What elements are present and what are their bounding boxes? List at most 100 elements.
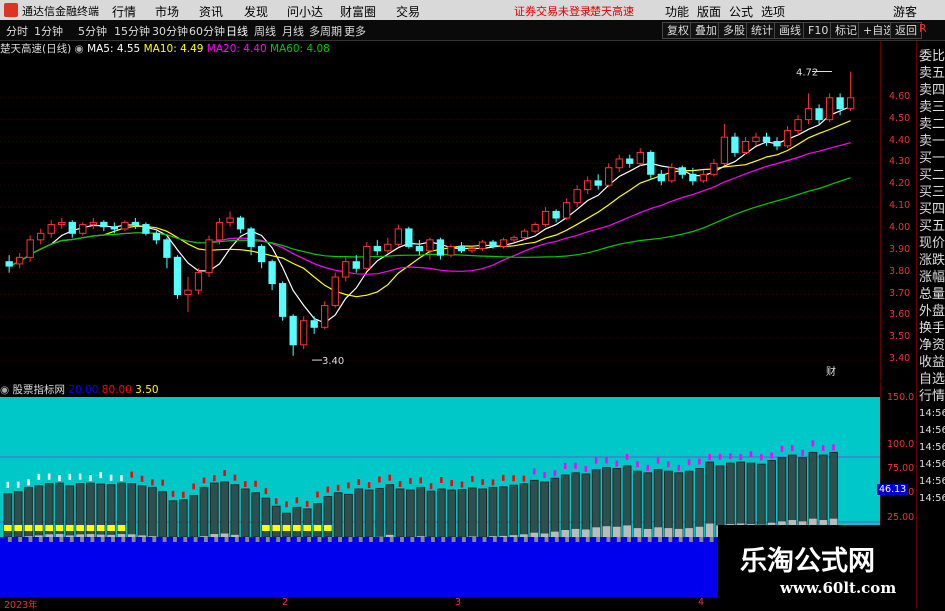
indicator-base-mark bbox=[152, 537, 156, 542]
indicator-gray-bar bbox=[551, 532, 559, 537]
indicator-gray-bar bbox=[489, 536, 497, 537]
indicator-gray-bar bbox=[66, 535, 74, 537]
indicator-settings-icon[interactable]: ◉ bbox=[0, 384, 9, 396]
indicator-signal-mark bbox=[791, 445, 794, 451]
side-panel-label[interactable]: 现价 bbox=[919, 236, 945, 252]
candle-body bbox=[563, 203, 569, 218]
candle-body bbox=[195, 273, 201, 290]
indicator-yellow-mark bbox=[56, 525, 64, 531]
indicator-yellow-mark bbox=[97, 525, 105, 531]
menu-wenxiaoda[interactable]: 问小达 bbox=[287, 3, 323, 20]
indicator-base-mark bbox=[369, 537, 373, 542]
candle-body bbox=[690, 174, 696, 181]
f10-button[interactable]: F10 bbox=[803, 22, 833, 39]
indicator-signal-mark bbox=[296, 497, 299, 503]
guest-label[interactable]: 游客 bbox=[893, 3, 917, 20]
indicator-signal-mark bbox=[543, 472, 546, 478]
side-panel-label[interactable]: 卖一 bbox=[919, 134, 945, 150]
back-button[interactable]: 返回 bbox=[890, 22, 922, 39]
indicator-signal-mark bbox=[110, 475, 113, 481]
indicator-yellow-mark bbox=[25, 525, 33, 531]
side-panel-label[interactable]: 净资 bbox=[919, 338, 945, 354]
side-panel-label[interactable]: 买一 bbox=[919, 151, 945, 167]
side-panel-label[interactable]: 买五 bbox=[919, 219, 945, 235]
side-panel-label[interactable]: 卖五 bbox=[919, 66, 945, 82]
side-panel-label[interactable]: 总量 bbox=[919, 287, 945, 303]
side-panel-label[interactable]: 涨跌 bbox=[919, 253, 945, 269]
menu-zixun[interactable]: 资讯 bbox=[199, 3, 223, 20]
menu-xuanxiang[interactable]: 选项 bbox=[761, 3, 785, 20]
side-panel-label[interactable]: 买二 bbox=[919, 168, 945, 184]
candle-body bbox=[101, 222, 107, 226]
tab-monthly[interactable]: 月线 bbox=[282, 23, 304, 39]
indicator-yellow-mark bbox=[118, 525, 126, 531]
tab-more[interactable]: 更多 bbox=[344, 23, 366, 39]
menu-gongneng[interactable]: 功能 bbox=[665, 3, 689, 20]
candlestick-chart[interactable]: 4.723.40财 bbox=[0, 55, 880, 381]
menu-hangqing[interactable]: 行情 bbox=[112, 3, 136, 20]
side-panel-label[interactable]: 涨幅 bbox=[919, 270, 945, 286]
indicator-base-mark bbox=[524, 537, 528, 542]
candle-body bbox=[427, 240, 433, 251]
side-panel-label[interactable]: 外盘 bbox=[919, 304, 945, 320]
side-panel-label[interactable]: 卖三 bbox=[919, 100, 945, 116]
login-warning[interactable]: 证券交易未登录 bbox=[514, 3, 591, 19]
side-panel-label[interactable]: 买三 bbox=[919, 185, 945, 201]
tab-daily[interactable]: 日线 bbox=[226, 23, 248, 39]
indicator-bar bbox=[190, 495, 198, 537]
side-panel-label[interactable]: 14:56 bbox=[919, 491, 945, 507]
side-panel-label[interactable]: 14:56 bbox=[919, 423, 945, 439]
candle-body bbox=[69, 222, 75, 233]
indicator-base-mark bbox=[142, 537, 146, 542]
side-panel-label[interactable]: 14:56 bbox=[919, 406, 945, 422]
indicator-signal-mark bbox=[636, 461, 639, 467]
side-panel-label[interactable]: 卖四 bbox=[919, 83, 945, 99]
side-panel-label[interactable]: 14:56 bbox=[919, 440, 945, 456]
panel-toggle[interactable]: R bbox=[919, 21, 927, 37]
tab-1min[interactable]: 1分钟 bbox=[34, 23, 63, 39]
menu-banmian[interactable]: 版面 bbox=[697, 3, 721, 20]
watermark-title: 乐淘公式网 bbox=[740, 539, 875, 578]
side-panel-label[interactable]: 买四 bbox=[919, 202, 945, 218]
side-panel-label[interactable]: 14:56 bbox=[919, 457, 945, 473]
menu-shichang[interactable]: 市场 bbox=[155, 3, 179, 20]
candle-body bbox=[458, 246, 464, 250]
indicator-base-mark bbox=[245, 537, 249, 542]
candle-body bbox=[143, 225, 149, 234]
side-panel-label[interactable]: 自选 bbox=[919, 372, 945, 388]
tab-5min[interactable]: 5分钟 bbox=[78, 23, 107, 39]
indicator-signal-mark bbox=[698, 459, 701, 465]
side-panel-label[interactable]: 委比 bbox=[919, 49, 945, 65]
tab-fenshi[interactable]: 分时 bbox=[6, 23, 28, 39]
indicator-signal-mark bbox=[502, 475, 505, 481]
draw-button[interactable]: 画线 bbox=[774, 22, 806, 39]
indicator-bar bbox=[654, 470, 662, 537]
indicator-gray-bar bbox=[499, 536, 507, 537]
candle-body bbox=[679, 168, 685, 175]
side-panel-label[interactable]: 14:56 bbox=[919, 474, 945, 490]
side-panel-label[interactable]: 换手 bbox=[919, 321, 945, 337]
indicator-bar bbox=[417, 487, 425, 537]
indicator-signal-mark bbox=[141, 476, 144, 482]
tab-30min[interactable]: 30分钟 bbox=[152, 23, 188, 39]
side-panel-label[interactable]: 收益 bbox=[919, 355, 945, 371]
tab-weekly[interactable]: 周线 bbox=[254, 23, 276, 39]
indicator-gray-bar bbox=[468, 536, 476, 537]
menu-faxian[interactable]: 发现 bbox=[244, 3, 268, 20]
menu-caifuquan[interactable]: 财富圈 bbox=[340, 3, 376, 20]
candle-body bbox=[206, 240, 212, 273]
side-panel-label[interactable]: 行情 bbox=[919, 389, 945, 405]
candle-body bbox=[80, 225, 86, 234]
menu-gongshi[interactable]: 公式 bbox=[729, 3, 753, 20]
indicator-signal-mark bbox=[38, 474, 41, 480]
indicator-signal-mark bbox=[79, 474, 82, 480]
tab-15min[interactable]: 15分钟 bbox=[114, 23, 150, 39]
side-panel-label[interactable]: 卖二 bbox=[919, 117, 945, 133]
tab-60min[interactable]: 60分钟 bbox=[189, 23, 225, 39]
settings-circle-icon[interactable]: ◉ bbox=[75, 43, 84, 55]
menu-jiaoyi[interactable]: 交易 bbox=[396, 3, 420, 20]
tab-multi-period[interactable]: 多周期 bbox=[309, 23, 342, 39]
indicator-yellow-mark bbox=[262, 525, 270, 531]
candle-body bbox=[637, 152, 643, 163]
indicator-base-mark bbox=[183, 537, 187, 542]
